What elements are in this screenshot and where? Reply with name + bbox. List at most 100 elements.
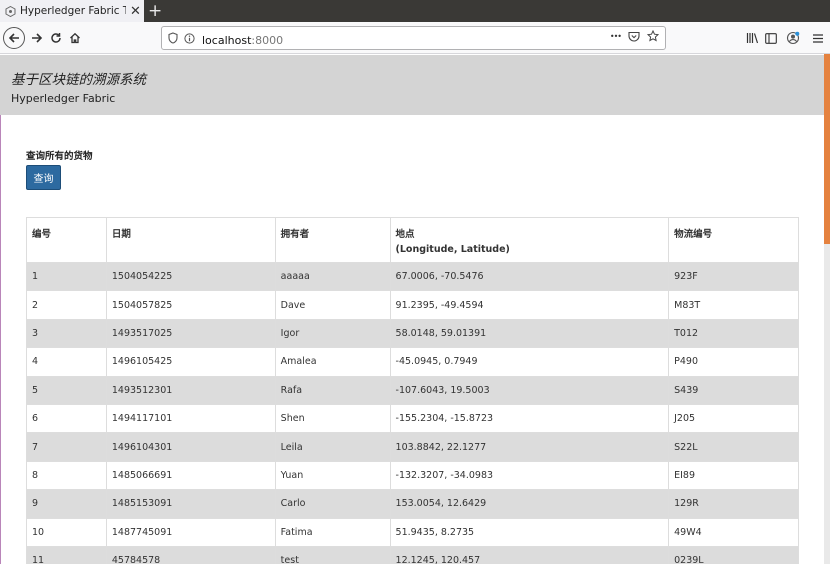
cell-owner: Yuan (274, 460, 391, 491)
goods-table: 编号 日期 拥有者 地点 (Longitude, Latitude) 物流编号 … (26, 217, 799, 564)
info-icon[interactable] (184, 32, 195, 44)
table-row: 4 1496105425 Amalea -45.0945, 0.7949 P490 (26, 347, 799, 377)
column-header-id: 编号 (26, 217, 107, 263)
page-header: 基于区块链的溯源系统 Hyperledger Fabric (0, 55, 824, 115)
cell-date: 1493512301 (105, 375, 276, 405)
pocket-icon[interactable] (628, 31, 640, 42)
cell-id: 6 (26, 403, 107, 434)
cell-date: 1496105425 (105, 347, 276, 377)
cell-location: 103.8842, 22.1277 (389, 432, 670, 462)
column-header-date: 日期 (105, 217, 276, 263)
menu-icon[interactable] (807, 27, 829, 49)
column-header-tracking: 物流编号 (668, 217, 799, 263)
cell-tracking: S22L (668, 432, 799, 462)
sidebar-icon[interactable] (760, 27, 782, 49)
table-row: 7 1496104301 Leila 103.8842, 22.1277 S22L (26, 432, 799, 462)
cell-tracking: EI89 (668, 460, 799, 491)
browser-tab[interactable]: Hyperledger Fabric Tuna ✕ (0, 0, 144, 22)
cell-location: 67.0006, -70.5476 (389, 261, 670, 292)
cell-location: 153.0054, 12.6429 (389, 489, 670, 519)
cell-owner: Dave (274, 290, 391, 320)
cell-tracking: 49W4 (668, 517, 799, 547)
tab-title: Hyperledger Fabric Tuna (20, 5, 126, 17)
cell-id: 2 (26, 290, 107, 320)
table-row: 6 1494117101 Shen -155.2304, -15.8723 J205 (26, 403, 799, 434)
cell-owner: Amalea (274, 347, 391, 377)
cell-tracking: 923F (668, 261, 799, 292)
cell-tracking: P490 (668, 347, 799, 377)
cell-tracking: 129R (668, 489, 799, 519)
account-icon[interactable] (782, 27, 804, 49)
cell-id: 11 (26, 545, 107, 564)
cell-date: 1485153091 (105, 489, 276, 519)
location-header-sub: (Longitude, Latitude) (395, 244, 510, 255)
cell-id: 4 (26, 347, 107, 377)
table-row: 3 1493517025 Igor 58.0148, 59.01391 T012 (26, 318, 799, 349)
cell-location: 58.0148, 59.01391 (389, 318, 670, 349)
url-host: localhost (202, 33, 252, 47)
cell-owner: aaaaa (274, 261, 391, 292)
cell-date: 1494117101 (105, 403, 276, 434)
location-header-label: 地点 (395, 229, 415, 240)
address-bar[interactable]: localhost:8000 ••• (161, 26, 666, 50)
cell-location: -45.0945, 0.7949 (389, 347, 670, 377)
tab-strip: Hyperledger Fabric Tuna ✕ + (0, 0, 830, 22)
navigation-bar: localhost:8000 ••• (0, 22, 830, 54)
cell-date: 1504057825 (105, 290, 276, 320)
cell-location: 12.1245, 120.457 (389, 545, 670, 564)
cell-id: 5 (26, 375, 107, 405)
cell-date: 1496104301 (105, 432, 276, 462)
cell-tracking: J205 (668, 403, 799, 434)
column-header-owner: 拥有者 (274, 217, 391, 263)
table-row: 8 1485066691 Yuan -132.3207, -34.0983 EI89 (26, 460, 799, 491)
cell-location: -155.2304, -15.8723 (389, 403, 670, 434)
cell-date: 45784578 (105, 545, 276, 564)
cell-owner: Igor (274, 318, 391, 349)
cell-owner: Leila (274, 432, 391, 462)
page-subtitle: Hyperledger Fabric (11, 92, 116, 105)
cell-tracking: M83T (668, 290, 799, 320)
fabric-favicon-icon (5, 5, 16, 17)
cell-id: 10 (26, 517, 107, 547)
page-title: 基于区块链的溯源系统 (11, 72, 146, 88)
table-row: 11 45784578 test 12.1245, 120.457 0239L (26, 545, 799, 564)
cell-date: 1485066691 (105, 460, 276, 491)
cell-owner: Fatima (274, 517, 391, 547)
cell-id: 7 (26, 432, 107, 462)
table-row: 5 1493512301 Rafa -107.6043, 19.5003 S439 (26, 375, 799, 405)
page-actions-icon[interactable]: ••• (610, 32, 622, 41)
table-row: 9 1485153091 Carlo 153.0054, 12.6429 129R (26, 489, 799, 519)
cell-tracking: S439 (668, 375, 799, 405)
cell-id: 8 (26, 460, 107, 491)
cell-date: 1493517025 (105, 318, 276, 349)
cell-location: 51.9435, 8.2735 (389, 517, 670, 547)
cell-id: 1 (26, 261, 107, 292)
cell-owner: Shen (274, 403, 391, 434)
table-row: 2 1504057825 Dave 91.2395, -49.4594 M83T (26, 290, 799, 320)
new-tab-icon[interactable]: + (148, 1, 162, 21)
table-row: 10 1487745091 Fatima 51.9435, 8.2735 49W4 (26, 517, 799, 547)
cell-location: 91.2395, -49.4594 (389, 290, 670, 320)
tab-close-icon[interactable]: ✕ (130, 5, 141, 18)
url-text[interactable]: localhost:8000 (202, 29, 283, 48)
cell-date: 1487745091 (105, 517, 276, 547)
cell-owner: Rafa (274, 375, 391, 405)
bookmark-star-icon[interactable] (647, 30, 659, 42)
url-port: :8000 (251, 33, 284, 47)
back-icon[interactable] (3, 27, 25, 49)
home-icon[interactable] (64, 27, 86, 49)
cell-owner: test (274, 545, 391, 564)
scrollbar-thumb[interactable] (824, 54, 830, 244)
cell-location: -107.6043, 19.5003 (389, 375, 670, 405)
query-label: 查询所有的货物 (26, 151, 93, 162)
page-left-border (0, 115, 1, 564)
shield-icon[interactable] (168, 32, 178, 44)
table-row: 1 1504054225 aaaaa 67.0006, -70.5476 923F (26, 261, 799, 292)
cell-id: 9 (26, 489, 107, 519)
cell-id: 3 (26, 318, 107, 349)
query-button[interactable]: 查询 (26, 165, 61, 190)
cell-owner: Carlo (274, 489, 391, 519)
cell-tracking: 0239L (668, 545, 799, 564)
table-header-row: 编号 日期 拥有者 地点 (Longitude, Latitude) 物流编号 (26, 217, 799, 263)
cell-location: -132.3207, -34.0983 (389, 460, 670, 491)
